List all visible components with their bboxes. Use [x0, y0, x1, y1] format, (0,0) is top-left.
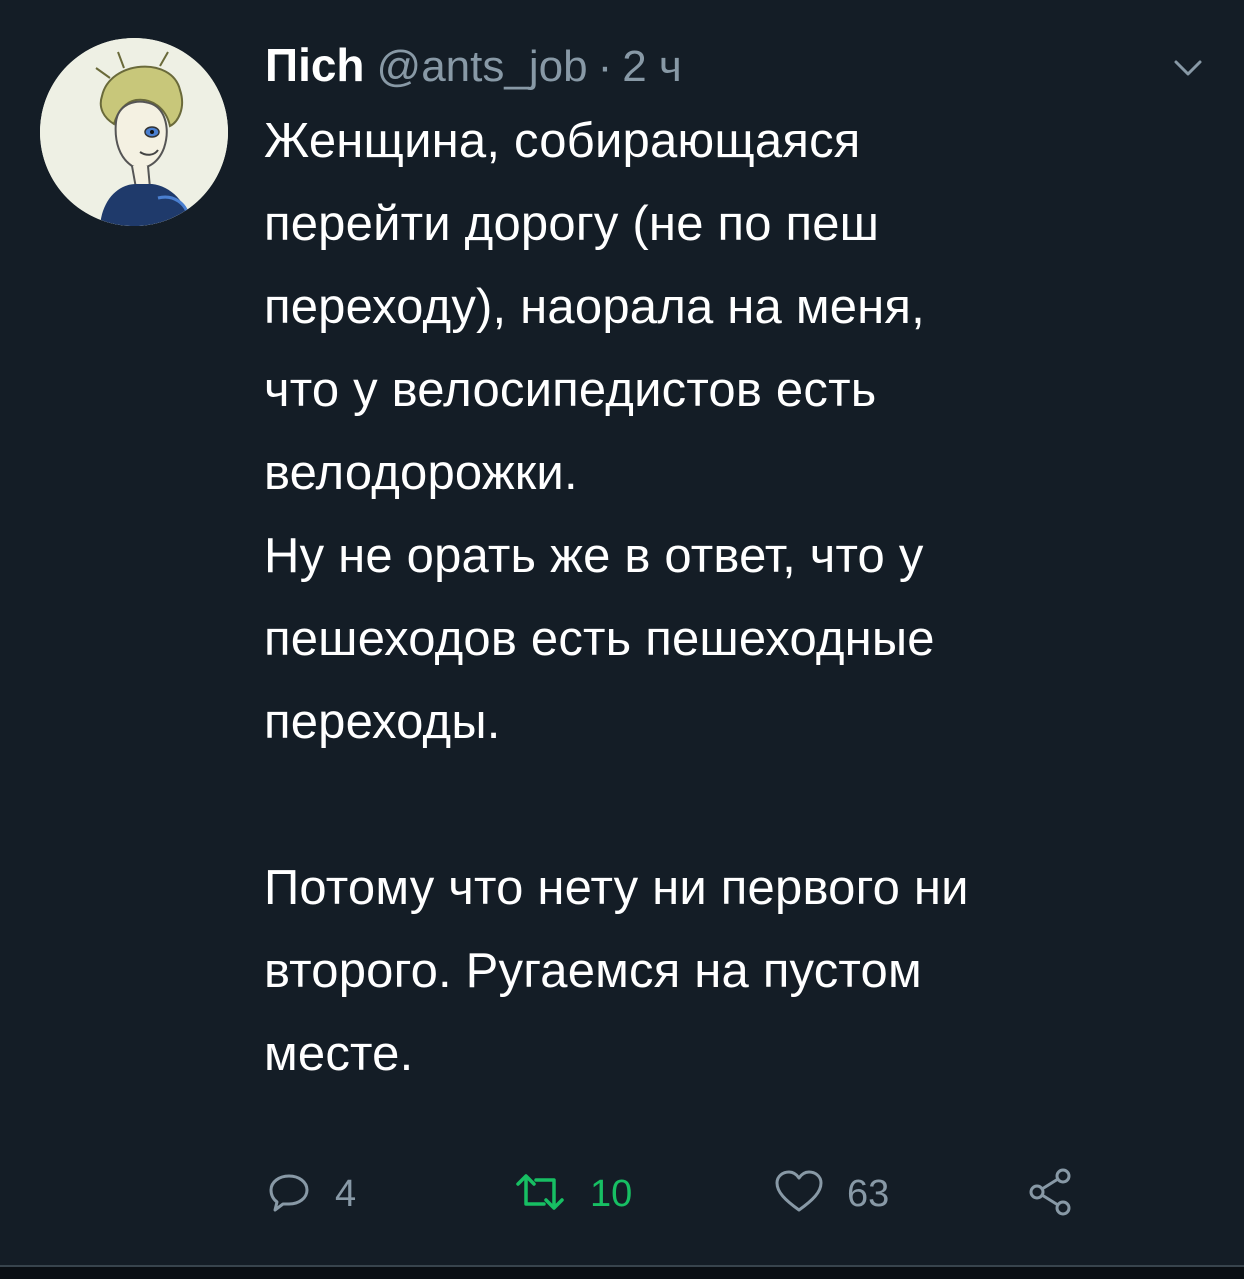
heart-icon	[773, 1168, 825, 1221]
reply-icon	[265, 1168, 313, 1221]
share-button[interactable]	[1025, 1162, 1077, 1226]
retweet-count: 10	[590, 1172, 633, 1215]
tweet-card[interactable]: Пісh @ants_job · 2 ч Женщина, собирающая…	[0, 0, 1244, 1265]
reply-button[interactable]: 4	[265, 1162, 356, 1226]
reply-count: 4	[335, 1172, 357, 1215]
tweet-text: Женщина, собирающаяся перейти дорогу (не…	[264, 114, 969, 1081]
avatar[interactable]	[40, 38, 228, 226]
chevron-down-icon[interactable]	[1168, 48, 1208, 88]
display-name[interactable]: Пісh	[265, 38, 365, 92]
timestamp[interactable]: 2 ч	[622, 42, 682, 92]
avatar-illustration	[40, 38, 228, 226]
share-icon	[1025, 1166, 1077, 1223]
bottom-divider	[0, 1265, 1244, 1279]
tweet-actions: 4 10 63	[265, 1162, 1165, 1226]
tweet-header: Пісh @ants_job · 2 ч	[265, 38, 682, 98]
user-handle[interactable]: @ants_job	[377, 42, 588, 92]
retweet-button[interactable]: 10	[512, 1162, 632, 1226]
separator: ·	[597, 42, 613, 91]
like-button[interactable]: 63	[773, 1162, 889, 1226]
like-count: 63	[847, 1172, 890, 1215]
retweet-icon	[512, 1168, 568, 1221]
